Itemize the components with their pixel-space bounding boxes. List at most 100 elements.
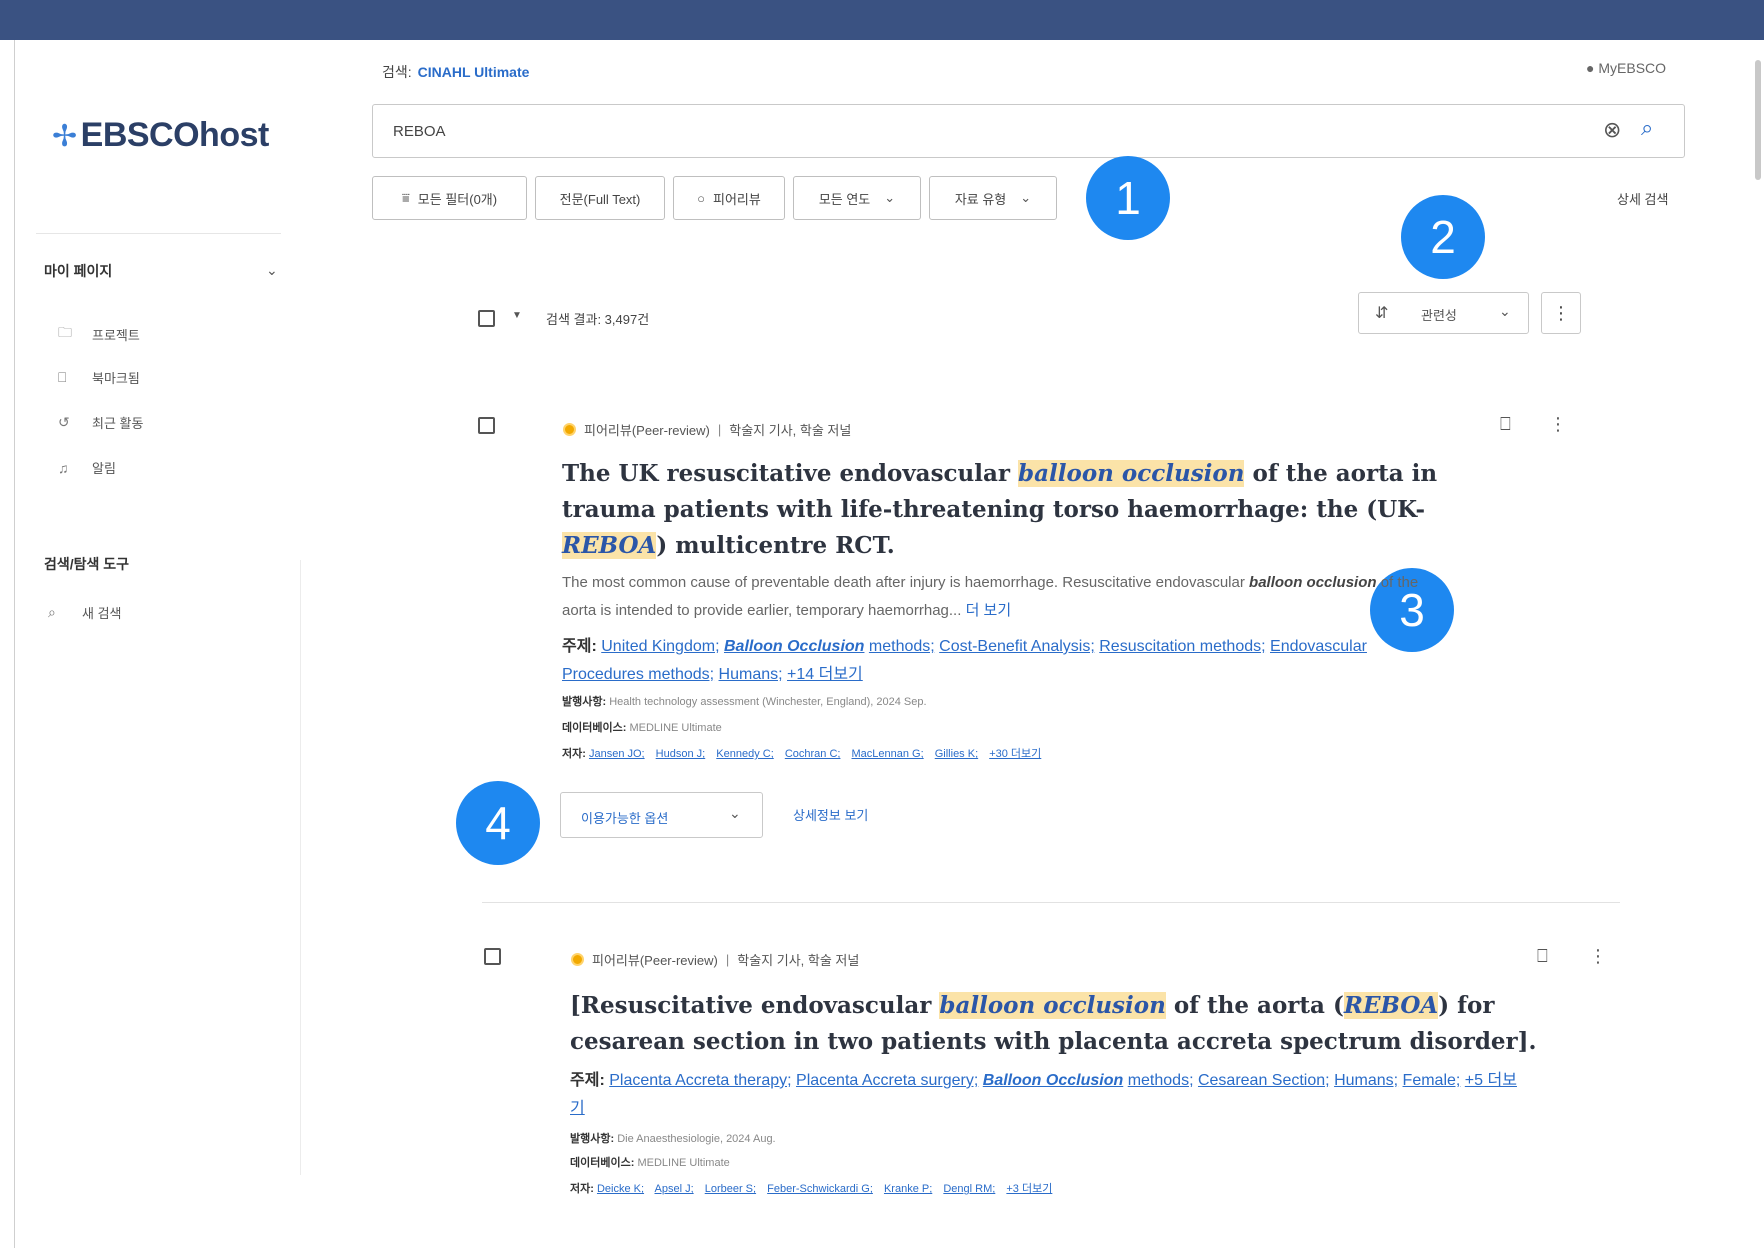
myebsco-link[interactable]: ● MyEBSCO: [1586, 60, 1666, 76]
result-title[interactable]: The UK resuscitative endovascular balloo…: [562, 456, 1462, 564]
subject-link[interactable]: methods;: [1128, 1072, 1194, 1089]
author-link[interactable]: Jansen JO;: [589, 748, 645, 760]
ebscohost-logo[interactable]: ✢ EBSCOhost: [52, 116, 269, 155]
subject-link[interactable]: methods;: [869, 638, 935, 655]
sidebar-border: [300, 560, 301, 1175]
search-input[interactable]: REBOA: [393, 123, 446, 140]
result-divider: [482, 902, 1620, 903]
result-title[interactable]: [Resuscitative endovascular balloon occl…: [570, 988, 1540, 1060]
ebsco-mark-icon: ✢: [52, 120, 77, 153]
history-icon: ↺: [58, 414, 70, 430]
author-link[interactable]: Kranke P;: [884, 1183, 932, 1195]
sidebar-tools-heading: 검색/탐색 도구: [44, 556, 130, 572]
more-authors-link[interactable]: +30 더보기: [989, 748, 1041, 760]
source-type-dropdown[interactable]: 자료 유형 ⌄: [929, 176, 1057, 220]
result-meta: 피어리뷰(Peer-review) | 학술지 기사, 학술 저널: [563, 420, 851, 439]
result-subjects: 주제: Placenta Accreta therapy; Placenta A…: [570, 1072, 1517, 1117]
subject-link[interactable]: Female;: [1403, 1072, 1461, 1089]
result-publication: 발행사항: Die Anaesthesiologie, 2024 Aug.: [570, 1133, 776, 1145]
toggle-icon: ○: [697, 190, 705, 206]
bookmark-icon[interactable]: ⎕: [1537, 946, 1548, 967]
kebab-icon[interactable]: ⋮: [1589, 946, 1607, 967]
chevron-down-icon: ⌄: [1020, 190, 1032, 205]
bookmark-icon[interactable]: ⎕: [1500, 414, 1511, 435]
author-link[interactable]: Hudson J;: [656, 748, 706, 760]
subject-link[interactable]: Placenta Accreta surgery;: [796, 1072, 978, 1089]
subject-link[interactable]: Resuscitation methods;: [1099, 638, 1265, 655]
author-link[interactable]: Gillies K;: [935, 748, 978, 760]
subject-link[interactable]: Balloon Occlusion: [983, 1072, 1123, 1089]
caret-down-icon[interactable]: ▼: [512, 310, 522, 321]
chevron-down-icon: ⌄: [884, 190, 896, 205]
peer-review-toggle[interactable]: ○ 피어리뷰: [673, 176, 785, 220]
search-box[interactable]: REBOA ⊗ ⌕: [372, 104, 1685, 158]
subject-link[interactable]: Humans;: [719, 666, 783, 683]
result-authors: 저자: Jansen JO; Hudson J; Kennedy C; Coch…: [562, 748, 1042, 760]
kebab-icon[interactable]: ⋮: [1549, 414, 1567, 435]
sidebar-item-bookmarks[interactable]: ⎕ 북마크됨: [58, 368, 140, 387]
read-more-link[interactable]: 더 보기: [966, 602, 1012, 619]
all-years-dropdown[interactable]: 모든 연도 ⌄: [793, 176, 921, 220]
result-checkbox[interactable]: [484, 948, 501, 965]
full-text-toggle[interactable]: 전문(Full Text): [535, 176, 665, 220]
search-icon: ⌕: [48, 604, 56, 620]
clear-icon[interactable]: ⊗: [1603, 117, 1621, 143]
scrollbar-thumb[interactable]: [1755, 60, 1761, 180]
peer-review-icon: [563, 423, 576, 436]
callout-1: 1: [1086, 156, 1170, 240]
sidebar-my-page[interactable]: 마이 페이지: [44, 261, 112, 281]
result-checkbox[interactable]: [478, 417, 495, 434]
frame-border: [14, 40, 15, 1248]
author-link[interactable]: Cochran C;: [785, 748, 841, 760]
select-all-checkbox[interactable]: [478, 310, 495, 327]
callout-2: 2: [1401, 195, 1485, 279]
more-subjects-link[interactable]: +14 더보기: [787, 666, 863, 683]
chevron-down-icon[interactable]: ⌄: [266, 262, 278, 279]
kebab-icon: ⋮: [1552, 302, 1570, 323]
sidebar-item-recent[interactable]: ↺ 최근 활동: [58, 413, 143, 432]
chevron-down-icon: ⌄: [729, 805, 741, 821]
folder-icon: 🗀: [58, 324, 72, 340]
sidebar-divider: [36, 233, 281, 234]
filter-icon: ⩸: [401, 190, 410, 205]
author-link[interactable]: Apsel J;: [655, 1183, 694, 1195]
sidebar-item-new-search[interactable]: ⌕ 새 검색: [48, 603, 122, 622]
author-link[interactable]: Kennedy C;: [716, 748, 773, 760]
result-count: 검색 결과: 3,497건: [546, 312, 650, 327]
subject-link[interactable]: Balloon Occlusion: [724, 638, 864, 655]
filter-bar: ⩸ 모든 필터(0개) 전문(Full Text) ○ 피어리뷰 모든 연도 ⌄ 자료…: [372, 176, 1057, 220]
result-database: 데이터베이스: MEDLINE Ultimate: [570, 1157, 730, 1169]
search-icon[interactable]: ⌕: [1641, 115, 1653, 141]
author-link[interactable]: Dengl RM;: [943, 1183, 995, 1195]
result-database: 데이터베이스: MEDLINE Ultimate: [562, 722, 722, 734]
author-link[interactable]: Deicke K;: [597, 1183, 644, 1195]
result-authors: 저자: Deicke K; Apsel J; Lorbeer S; Feber-…: [570, 1183, 1053, 1195]
author-link[interactable]: Lorbeer S;: [705, 1183, 756, 1195]
result-meta: 피어리뷰(Peer-review) | 학술지 기사, 학술 저널: [571, 950, 859, 969]
available-options-dropdown[interactable]: 이용가능한 옵션 ⌄: [560, 792, 763, 838]
all-filters-button[interactable]: ⩸ 모든 필터(0개): [372, 176, 527, 220]
advanced-search-link[interactable]: 상세 검색: [1617, 189, 1668, 208]
subject-link[interactable]: Placenta Accreta therapy;: [609, 1072, 791, 1089]
bell-icon: ♫: [58, 459, 69, 476]
subject-link[interactable]: United Kingdom;: [601, 638, 719, 655]
subject-link[interactable]: Cesarean Section;: [1198, 1072, 1330, 1089]
search-in-database: 검색: CINAHL Ultimate: [382, 64, 530, 80]
subject-link[interactable]: Cost-Benefit Analysis;: [939, 638, 1095, 655]
chevron-down-icon: ⌄: [1499, 303, 1511, 319]
more-authors-link[interactable]: +3 더보기: [1006, 1183, 1052, 1195]
database-link[interactable]: CINAHL Ultimate: [418, 64, 530, 80]
subject-link[interactable]: Humans;: [1334, 1072, 1398, 1089]
result-abstract: The most common cause of preventable dea…: [562, 574, 1419, 619]
sort-dropdown[interactable]: ⇵ 관련성 ⌄: [1358, 292, 1529, 334]
sidebar-item-projects[interactable]: 🗀 프로젝트: [58, 322, 140, 346]
user-icon: ●: [1586, 60, 1595, 76]
author-link[interactable]: Feber-Schwickardi G;: [767, 1183, 873, 1195]
callout-4: 4: [456, 781, 540, 865]
author-link[interactable]: MacLennan G;: [852, 748, 924, 760]
details-link[interactable]: 상세정보 보기: [793, 805, 868, 824]
bookmark-icon: ⎕: [58, 369, 67, 385]
top-bar: [0, 0, 1764, 40]
sidebar-item-alerts[interactable]: ♫ 알림: [58, 458, 116, 477]
more-options-button[interactable]: ⋮: [1541, 292, 1581, 334]
